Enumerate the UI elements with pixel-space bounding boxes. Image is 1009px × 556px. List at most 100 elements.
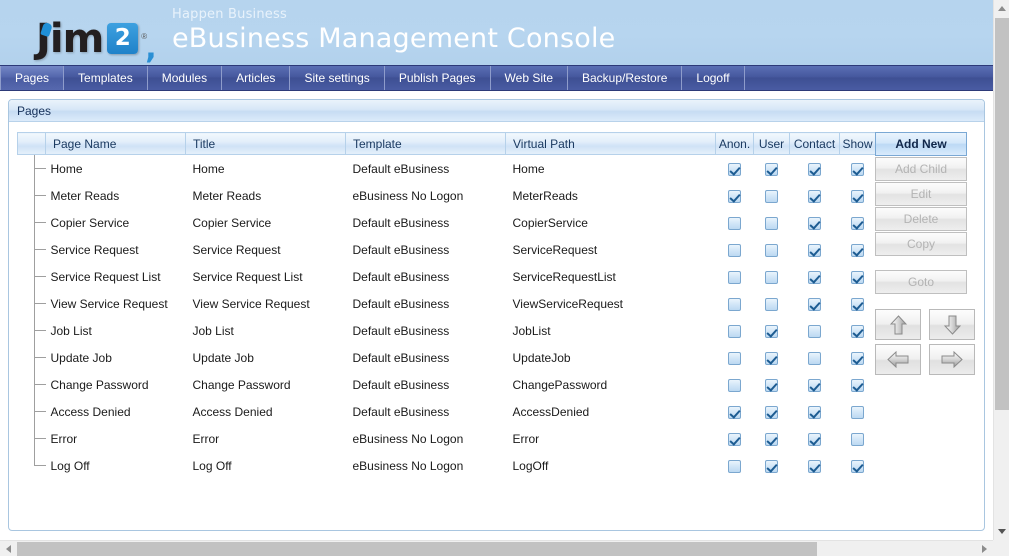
table-row[interactable]: View Service Request View Service Request… [18,290,876,317]
nav-item-backup-restore[interactable]: Backup/Restore [568,66,683,90]
table-row[interactable]: Meter Reads Meter Reads eBusiness No Logon… [18,182,876,209]
nav-item-templates[interactable]: Templates [64,66,148,90]
checkbox-user[interactable] [765,459,778,473]
checkbox-user[interactable] [765,405,778,419]
checkbox-show[interactable] [851,378,864,392]
column-header-template[interactable]: Template [345,132,506,155]
move-down-button[interactable] [929,309,975,340]
horizontal-scrollbar-thumb[interactable] [17,542,817,556]
checkbox-contact[interactable] [808,297,821,311]
column-header-show[interactable]: Show [839,132,876,155]
row-tree-node[interactable]: Service Request [18,236,186,263]
row-tree-node[interactable]: Error [18,425,186,452]
vertical-scrollbar[interactable] [993,0,1009,540]
edit-button[interactable]: Edit [875,182,967,206]
checkbox-show[interactable] [851,297,864,311]
checkbox-show[interactable] [851,189,864,203]
row-tree-node[interactable]: Job List [18,317,186,344]
checkbox-user[interactable] [765,189,778,203]
checkbox-anon[interactable] [728,378,741,392]
checkbox-show[interactable] [851,351,864,365]
column-header-user[interactable]: User [753,132,790,155]
scroll-left-button[interactable] [0,541,17,556]
row-tree-node[interactable]: Meter Reads [18,182,186,209]
column-header-page-name[interactable]: Page Name [45,132,186,155]
checkbox-user[interactable] [765,324,778,338]
scroll-up-button[interactable] [994,0,1009,17]
table-row[interactable]: Service Request Service Request Default eB… [18,236,876,263]
delete-button[interactable]: Delete [875,207,967,231]
row-tree-node[interactable]: Access Denied [18,398,186,425]
row-tree-node[interactable]: Change Password [18,371,186,398]
checkbox-user[interactable] [765,297,778,311]
checkbox-contact[interactable] [808,324,821,338]
checkbox-show[interactable] [851,216,864,230]
checkbox-user[interactable] [765,351,778,365]
checkbox-anon[interactable] [728,162,741,176]
nav-item-publish-pages[interactable]: Publish Pages [385,66,491,90]
move-up-button[interactable] [875,309,921,340]
checkbox-contact[interactable] [808,216,821,230]
column-header-virtual-path[interactable]: Virtual Path [505,132,716,155]
row-tree-node[interactable]: Log Off [18,452,186,479]
row-tree-node[interactable]: Copier Service [18,209,186,236]
checkbox-anon[interactable] [728,432,741,446]
row-tree-node[interactable]: Update Job [18,344,186,371]
checkbox-anon[interactable] [728,351,741,365]
checkbox-user[interactable] [765,378,778,392]
copy-button[interactable]: Copy [875,232,967,256]
add-new-button[interactable]: Add New [875,132,967,156]
move-right-button[interactable] [929,344,975,375]
nav-item-web-site[interactable]: Web Site [491,66,568,90]
vertical-scrollbar-thumb[interactable] [995,18,1009,410]
checkbox-show[interactable] [851,459,864,473]
column-header-title[interactable]: Title [185,132,346,155]
horizontal-scrollbar[interactable] [0,540,993,556]
checkbox-contact[interactable] [808,405,821,419]
table-row[interactable]: Copier Service Copier Service Default eBus… [18,209,876,236]
goto-button[interactable]: Goto [875,270,967,294]
nav-item-logoff[interactable]: Logoff [682,66,745,90]
table-row[interactable]: Job List Job List Default eBusiness JobList [18,317,876,344]
row-tree-node[interactable]: Home [18,155,186,182]
checkbox-anon[interactable] [728,216,741,230]
checkbox-contact[interactable] [808,351,821,365]
checkbox-show[interactable] [851,324,864,338]
checkbox-anon[interactable] [728,405,741,419]
checkbox-contact[interactable] [808,270,821,284]
checkbox-user[interactable] [765,162,778,176]
table-row[interactable]: Access Denied Access Denied Default eBusin… [18,398,876,425]
nav-item-pages[interactable]: Pages [0,66,65,90]
scroll-right-button[interactable] [976,541,993,556]
checkbox-show[interactable] [851,270,864,284]
checkbox-show[interactable] [851,162,864,176]
column-header-contact[interactable]: Contact [789,132,840,155]
checkbox-anon[interactable] [728,189,741,203]
checkbox-show[interactable] [851,432,864,446]
checkbox-show[interactable] [851,243,864,257]
table-row[interactable]: Error Error eBusiness No Logon Error [18,425,876,452]
checkbox-user[interactable] [765,270,778,284]
checkbox-anon[interactable] [728,297,741,311]
checkbox-user[interactable] [765,432,778,446]
row-tree-node[interactable]: View Service Request [18,290,186,317]
table-row[interactable]: Change Password Change Password Default eB… [18,371,876,398]
row-tree-node[interactable]: Service Request List [18,263,186,290]
table-row[interactable]: Log Off Log Off eBusiness No Logon LogOff [18,452,876,479]
checkbox-user[interactable] [765,216,778,230]
checkbox-contact[interactable] [808,432,821,446]
nav-item-articles[interactable]: Articles [222,66,291,90]
add-child-button[interactable]: Add Child [875,157,967,181]
checkbox-anon[interactable] [728,324,741,338]
table-row[interactable]: Home Home Default eBusiness Home [18,155,876,182]
checkbox-contact[interactable] [808,243,821,257]
checkbox-anon[interactable] [728,243,741,257]
checkbox-show[interactable] [851,405,864,419]
checkbox-contact[interactable] [808,189,821,203]
table-row[interactable]: Service Request List Service Request List… [18,263,876,290]
checkbox-contact[interactable] [808,378,821,392]
checkbox-anon[interactable] [728,270,741,284]
scroll-down-button[interactable] [994,523,1009,540]
checkbox-contact[interactable] [808,459,821,473]
checkbox-user[interactable] [765,243,778,257]
